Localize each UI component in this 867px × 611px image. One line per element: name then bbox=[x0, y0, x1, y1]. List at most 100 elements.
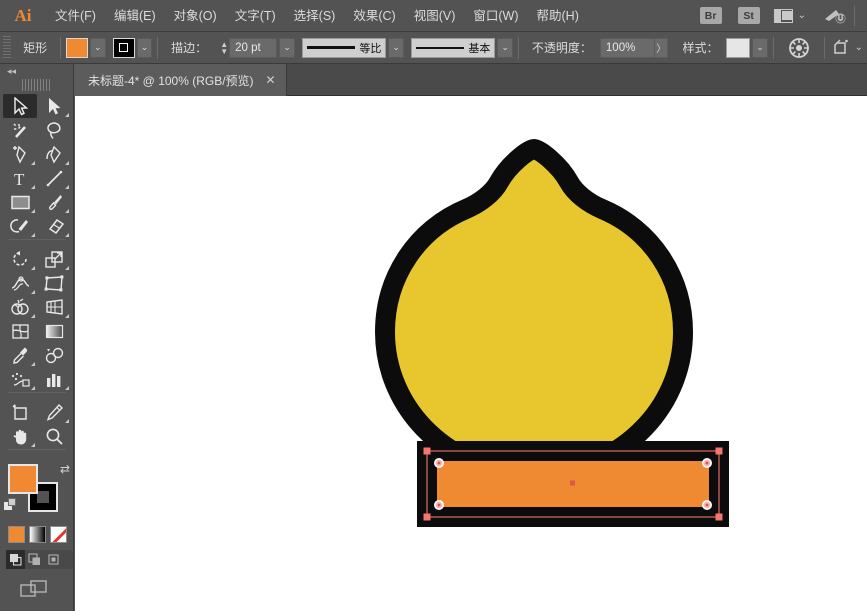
draw-behind-button[interactable] bbox=[25, 550, 44, 569]
color-mode-button[interactable] bbox=[8, 526, 25, 543]
swap-fill-stroke-icon[interactable]: ⇄ bbox=[60, 462, 70, 476]
transform-panel-icon[interactable]: ⌄ bbox=[833, 38, 863, 57]
mesh-tool[interactable] bbox=[3, 319, 37, 343]
free-transform-tool[interactable] bbox=[37, 271, 71, 295]
scale-tool[interactable] bbox=[37, 247, 71, 271]
change-screen-mode-button[interactable] bbox=[20, 579, 73, 606]
blend-tool[interactable] bbox=[37, 343, 71, 367]
stroke-weight-stepper[interactable]: ▲ ▼ bbox=[219, 38, 229, 58]
tool-flyout-indicator-icon bbox=[31, 290, 35, 294]
eyedropper-tool[interactable] bbox=[3, 343, 37, 367]
perspective-grid-tool[interactable] bbox=[37, 295, 71, 319]
line-segment-tool[interactable] bbox=[37, 166, 71, 190]
column-graph-tool[interactable] bbox=[37, 367, 71, 391]
rectangle-tool[interactable] bbox=[3, 190, 37, 214]
opacity-label: 不透明度： bbox=[531, 41, 592, 55]
stock-button[interactable]: St bbox=[737, 7, 760, 24]
symbol-sprayer-tool[interactable] bbox=[3, 367, 37, 391]
svg-text:T: T bbox=[14, 170, 25, 188]
menu-select[interactable]: 选择(S) bbox=[285, 0, 345, 32]
tool-flyout-indicator-icon bbox=[31, 386, 35, 390]
menu-type[interactable]: 文字(T) bbox=[226, 0, 285, 32]
selection-tool[interactable] bbox=[3, 94, 37, 118]
fill-swatch-dropdown[interactable]: ⌄ bbox=[89, 37, 106, 58]
brush-definition-label: 基本 bbox=[468, 42, 491, 55]
chestnut-shape[interactable] bbox=[375, 139, 693, 484]
collapse-toolbar-button[interactable]: ◂◂ bbox=[0, 64, 73, 79]
paintbrush-tool[interactable] bbox=[37, 190, 71, 214]
menu-edit[interactable]: 编辑(E) bbox=[105, 0, 165, 32]
default-fill-square bbox=[8, 498, 16, 506]
menu-divider bbox=[854, 5, 855, 26]
graphic-style-swatch[interactable] bbox=[726, 37, 751, 58]
tool-flyout-indicator-icon bbox=[31, 185, 35, 189]
document-tab[interactable]: 未标题-4* @ 100% (RGB/预览) ✕ bbox=[74, 64, 287, 96]
artboard-tool[interactable] bbox=[3, 400, 37, 424]
gradient-tool[interactable] bbox=[37, 319, 71, 343]
bridge-button[interactable]: Br bbox=[699, 7, 722, 24]
direct-selection-tool[interactable] bbox=[37, 94, 71, 118]
close-icon[interactable]: ✕ bbox=[266, 74, 276, 86]
brush-definition-dropdown[interactable]: ⌄ bbox=[497, 37, 513, 58]
document-canvas[interactable] bbox=[75, 96, 867, 611]
default-fill-stroke-icon[interactable] bbox=[4, 498, 17, 511]
tool-flyout-indicator-icon bbox=[65, 113, 69, 117]
opacity-input[interactable]: 100% bbox=[599, 37, 656, 58]
recolor-artwork-icon[interactable] bbox=[788, 37, 810, 59]
magic-wand-tool[interactable] bbox=[3, 118, 37, 142]
paint-mode-buttons bbox=[8, 526, 73, 543]
shape-builder-tool[interactable] bbox=[3, 295, 37, 319]
object-type-label: 矩形 bbox=[23, 41, 48, 55]
menu-effect[interactable]: 效果(C) bbox=[344, 0, 404, 32]
stroke-swatch-hole bbox=[37, 491, 49, 503]
shaper-tool[interactable] bbox=[3, 214, 37, 238]
stroke-weight-dropdown[interactable]: ⌄ bbox=[279, 37, 295, 58]
rotate-tool[interactable] bbox=[3, 247, 37, 271]
zoom-tool[interactable] bbox=[37, 424, 71, 448]
workspace-switcher[interactable]: ⌄ bbox=[773, 8, 806, 23]
tool-flyout-indicator-icon bbox=[65, 161, 69, 165]
graphic-style-dropdown[interactable]: ⌄ bbox=[752, 37, 768, 58]
menu-object[interactable]: 对象(O) bbox=[165, 0, 226, 32]
eraser-tool[interactable] bbox=[37, 214, 71, 238]
type-tool[interactable]: T bbox=[3, 166, 37, 190]
tool-flyout-indicator-icon bbox=[31, 233, 35, 237]
opacity-dropdown[interactable]: 〉 bbox=[654, 37, 669, 58]
draw-inside-button[interactable] bbox=[44, 550, 63, 569]
menu-bar: Ai 文件(F) 编辑(E) 对象(O) 文字(T) 选择(S) 效果(C) 视… bbox=[0, 0, 867, 32]
fill-color-swatch[interactable] bbox=[66, 37, 88, 58]
brush-definition-select[interactable]: 基本 bbox=[411, 37, 496, 58]
stroke-swatch-dropdown[interactable]: ⌄ bbox=[136, 37, 153, 58]
menu-view[interactable]: 视图(V) bbox=[405, 0, 465, 32]
tool-flyout-indicator-icon bbox=[65, 233, 69, 237]
draw-normal-button[interactable] bbox=[6, 550, 25, 569]
stroke-profile-dropdown[interactable]: ⌄ bbox=[388, 37, 404, 58]
stroke-weight-input[interactable]: 20 pt bbox=[229, 37, 278, 58]
menu-window[interactable]: 窗口(W) bbox=[464, 0, 527, 32]
toolbar-divider bbox=[8, 239, 66, 246]
gradient-mode-button[interactable] bbox=[29, 526, 46, 543]
hand-tool[interactable] bbox=[3, 424, 37, 448]
document-tab-title: 未标题-4* @ 100% (RGB/预览) bbox=[88, 73, 254, 88]
menu-bar-right: Br St ⌄ bbox=[692, 0, 867, 32]
toolbar-divider bbox=[7, 449, 66, 456]
menu-help[interactable]: 帮助(H) bbox=[528, 0, 588, 32]
fill-color-indicator[interactable] bbox=[8, 464, 38, 494]
search-rocket-icon[interactable] bbox=[822, 6, 848, 26]
pen-tool[interactable] bbox=[3, 142, 37, 166]
control-divider bbox=[60, 36, 62, 59]
menu-file[interactable]: 文件(F) bbox=[46, 0, 105, 32]
slice-tool[interactable] bbox=[37, 400, 71, 424]
curvature-tool[interactable] bbox=[37, 142, 71, 166]
toolbar-drag-grip[interactable] bbox=[21, 79, 52, 91]
tools-panel: ◂◂ T ⇄ bbox=[0, 64, 74, 611]
tool-flyout-indicator-icon bbox=[31, 443, 35, 447]
lasso-tool[interactable] bbox=[37, 118, 71, 142]
control-bar-grip[interactable] bbox=[3, 35, 12, 60]
none-mode-button[interactable] bbox=[50, 526, 67, 543]
width-tool[interactable] bbox=[3, 271, 37, 295]
center-point bbox=[570, 480, 575, 486]
workspace-layout-icon bbox=[773, 8, 793, 23]
stroke-color-swatch[interactable] bbox=[112, 37, 135, 58]
stroke-profile-select[interactable]: 等比 bbox=[302, 37, 387, 58]
